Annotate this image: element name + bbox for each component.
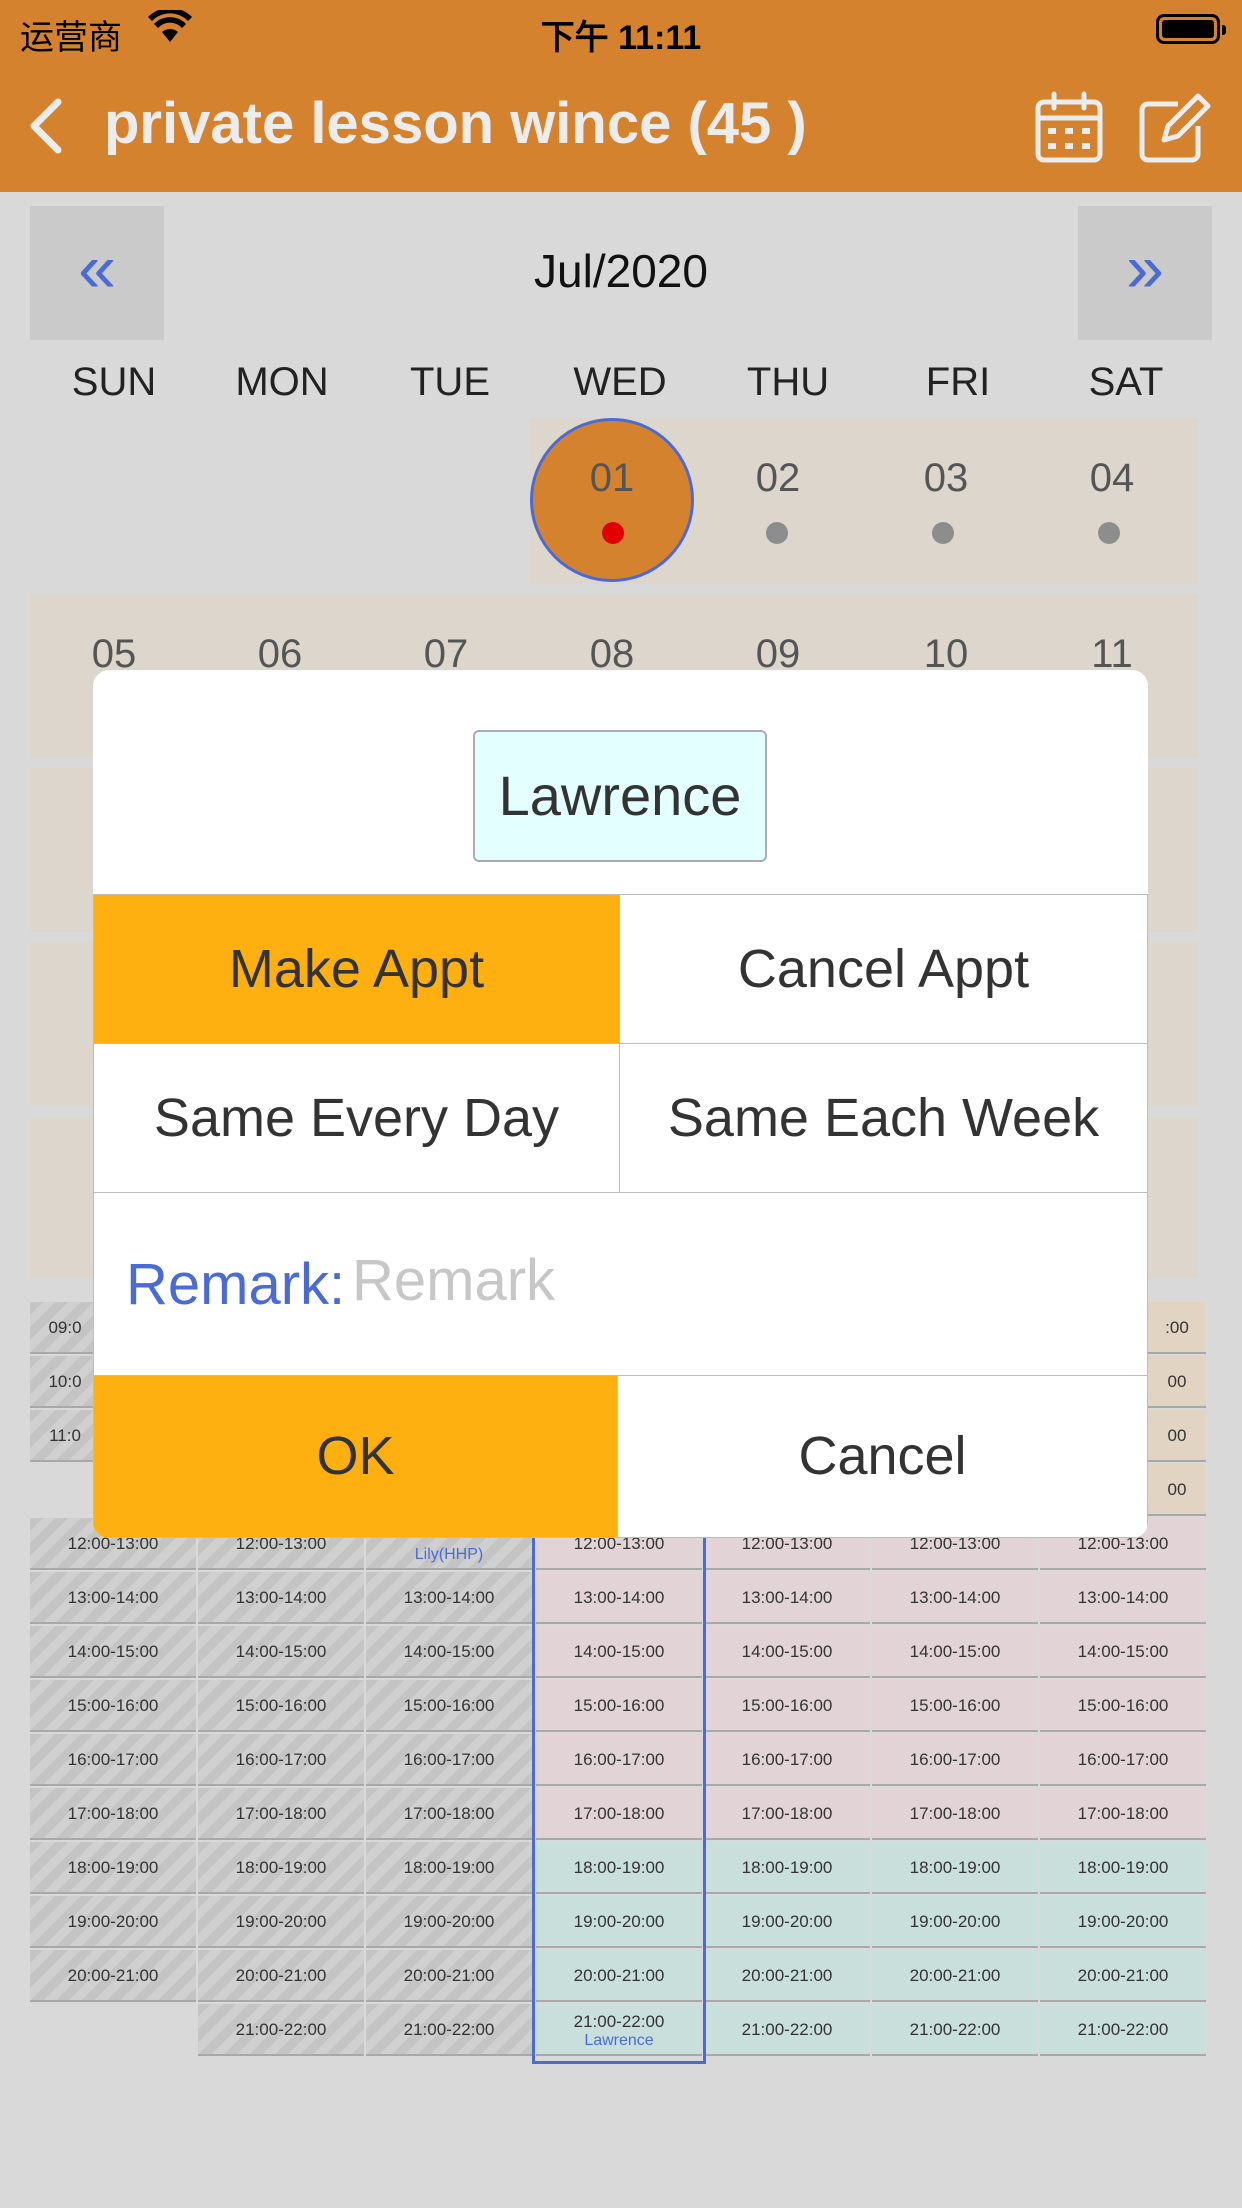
- time-slot[interactable]: 17:00-18:00: [30, 1788, 196, 1840]
- weekday-fri: FRI: [925, 360, 991, 404]
- time-slot[interactable]: 11:0: [30, 1410, 100, 1462]
- time-slot[interactable]: 21:00-22:00: [704, 2004, 870, 2056]
- status-bar: 运营商 下午 11:11: [0, 0, 1242, 62]
- time-slot[interactable]: 13:00-14:00: [198, 1572, 364, 1624]
- time-slot[interactable]: 17:00-18:00: [366, 1788, 532, 1840]
- time-slot[interactable]: 17:00-18:00: [704, 1788, 870, 1840]
- time-slot[interactable]: 19:00-20:00: [1040, 1896, 1206, 1948]
- time-slot[interactable]: 17:00-18:00: [198, 1788, 364, 1840]
- time-slot[interactable]: 18:00-19:00: [704, 1842, 870, 1894]
- time-slot[interactable]: 10:0: [30, 1356, 100, 1408]
- time-slot[interactable]: 21:00-22:00: [872, 2004, 1038, 2056]
- time-slot[interactable]: 15:00-16:00: [704, 1680, 870, 1732]
- calendar-icon[interactable]: [1030, 88, 1110, 168]
- month-label: Jul/2020: [534, 245, 708, 297]
- time-slot[interactable]: 20:00-21:00: [872, 1950, 1038, 2002]
- time-slot[interactable]: 14:00-15:00: [366, 1626, 532, 1678]
- time-slot[interactable]: 15:00-16:00: [366, 1680, 532, 1732]
- time-slot[interactable]: 15:00-16:00: [30, 1680, 196, 1732]
- student-name-badge: Lawrence: [473, 730, 767, 862]
- weekday-thu: THU: [746, 360, 830, 404]
- time-slot[interactable]: 15:00-16:00: [198, 1680, 364, 1732]
- same-every-day-button[interactable]: Same Every Day: [93, 1043, 620, 1193]
- appointment-dot: [766, 522, 788, 544]
- time-slot[interactable]: 18:00-19:00: [198, 1842, 364, 1894]
- time-slot[interactable]: 14:00-15:00: [1040, 1626, 1206, 1678]
- time-slot[interactable]: 13:00-14:00: [704, 1572, 870, 1624]
- time-slot[interactable]: 20:00-21:00: [704, 1950, 870, 2002]
- appointment-dot: [602, 522, 624, 544]
- appointment-dot: [932, 522, 954, 544]
- weekday-mon: MON: [235, 360, 329, 404]
- time-slot[interactable]: 14:00-15:00: [872, 1626, 1038, 1678]
- status-time: 下午 11:11: [540, 19, 702, 57]
- remark-input[interactable]: [352, 1235, 1112, 1325]
- day-02[interactable]: 02: [694, 456, 862, 501]
- cancel-button[interactable]: Cancel: [617, 1375, 1148, 1538]
- time-slot[interactable]: 00: [1148, 1464, 1206, 1516]
- weekday-sun: SUN: [71, 360, 157, 404]
- time-slot[interactable]: 19:00-20:00: [198, 1896, 364, 1948]
- time-slot[interactable]: 15:00-16:00: [1040, 1680, 1206, 1732]
- time-slot[interactable]: :00: [1148, 1302, 1206, 1354]
- appointment-dialog: Lawrence Make Appt Cancel Appt Same Ever…: [93, 670, 1148, 1538]
- battery-icon: [1156, 14, 1226, 44]
- remark-row: Remark:: [93, 1192, 1148, 1376]
- weekday-tue: TUE: [410, 360, 490, 404]
- edit-icon[interactable]: [1134, 88, 1214, 168]
- time-slot[interactable]: 15:00-16:00: [872, 1680, 1038, 1732]
- time-slot[interactable]: 21:00-22:00: [366, 2004, 532, 2056]
- time-slot[interactable]: 16:00-17:00: [366, 1734, 532, 1786]
- time-slot[interactable]: 17:00-18:00: [872, 1788, 1038, 1840]
- time-slot[interactable]: 19:00-20:00: [30, 1896, 196, 1948]
- weekday-wed: WED: [573, 360, 667, 404]
- time-slot[interactable]: 14:00-15:00: [704, 1626, 870, 1678]
- selected-day-column: [532, 1518, 706, 2064]
- time-slot[interactable]: 20:00-21:00: [30, 1950, 196, 2002]
- time-slot[interactable]: 14:00-15:00: [30, 1626, 196, 1678]
- remark-label: Remark:: [126, 1252, 346, 1317]
- time-slot[interactable]: 13:00-14:00: [366, 1572, 532, 1624]
- time-slot[interactable]: 14:00-15:00: [198, 1626, 364, 1678]
- time-slot[interactable]: 18:00-19:00: [366, 1842, 532, 1894]
- time-slot[interactable]: 17:00-18:00: [1040, 1788, 1206, 1840]
- time-slot[interactable]: 16:00-17:00: [30, 1734, 196, 1786]
- ok-button[interactable]: OK: [93, 1375, 618, 1538]
- time-slot[interactable]: 21:00-22:00: [198, 2004, 364, 2056]
- time-slot[interactable]: 13:00-14:00: [872, 1572, 1038, 1624]
- time-slot[interactable]: 16:00-17:00: [1040, 1734, 1206, 1786]
- time-slot[interactable]: 13:00-14:00: [1040, 1572, 1206, 1624]
- time-slot[interactable]: 18:00-19:00: [872, 1842, 1038, 1894]
- time-slot[interactable]: 16:00-17:00: [198, 1734, 364, 1786]
- appointment-dot: [1098, 522, 1120, 544]
- next-month-button[interactable]: »: [1078, 206, 1212, 340]
- time-slot[interactable]: 20:00-21:00: [366, 1950, 532, 2002]
- navigation-bar: private lesson wince (45 ): [0, 62, 1242, 192]
- time-slot[interactable]: 21:00-22:00: [1040, 2004, 1206, 2056]
- time-slot[interactable]: 00: [1148, 1356, 1206, 1408]
- day-04[interactable]: 04: [1028, 456, 1196, 501]
- booked-student-label: Lily(HHP): [414, 1546, 484, 1563]
- time-slot[interactable]: 16:00-17:00: [872, 1734, 1038, 1786]
- same-each-week-button[interactable]: Same Each Week: [619, 1043, 1148, 1193]
- day-01[interactable]: 01: [528, 456, 696, 501]
- time-slot[interactable]: 09:0: [30, 1302, 100, 1354]
- time-slot[interactable]: 19:00-20:00: [704, 1896, 870, 1948]
- time-slot[interactable]: 18:00-19:00: [1040, 1842, 1206, 1894]
- page-title: private lesson wince (45 ): [104, 91, 807, 156]
- time-slot[interactable]: 18:00-19:00: [30, 1842, 196, 1894]
- time-slot[interactable]: 20:00-21:00: [198, 1950, 364, 2002]
- time-slot[interactable]: 16:00-17:00: [704, 1734, 870, 1786]
- cancel-appt-button[interactable]: Cancel Appt: [619, 894, 1148, 1044]
- day-03[interactable]: 03: [862, 456, 1030, 501]
- time-slot[interactable]: 13:00-14:00: [30, 1572, 196, 1624]
- weekday-sat: SAT: [1088, 360, 1164, 404]
- make-appt-button[interactable]: Make Appt: [93, 894, 620, 1044]
- time-slot[interactable]: 00: [1148, 1410, 1206, 1462]
- time-slot[interactable]: 19:00-20:00: [366, 1896, 532, 1948]
- time-slot[interactable]: 20:00-21:00: [1040, 1950, 1206, 2002]
- back-chevron-icon[interactable]: [22, 96, 72, 156]
- time-slot[interactable]: 19:00-20:00: [872, 1896, 1038, 1948]
